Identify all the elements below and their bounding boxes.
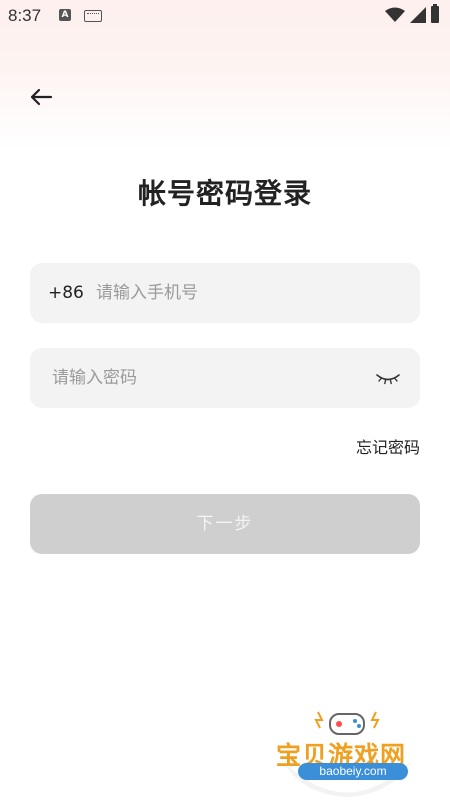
next-button[interactable]: 下一步	[30, 494, 420, 554]
back-arrow-icon[interactable]	[28, 84, 54, 110]
watermark-url: baobeiy.com	[298, 763, 408, 780]
wifi-icon	[385, 7, 405, 22]
eye-closed-icon[interactable]	[376, 370, 400, 386]
phone-input[interactable]	[96, 263, 396, 323]
battery-icon	[431, 4, 439, 23]
password-field[interactable]	[30, 348, 420, 408]
status-bar: 8:37 A	[0, 0, 450, 32]
notification-a-icon: A	[59, 9, 71, 21]
keyboard-icon	[84, 10, 102, 22]
forgot-password-link[interactable]: 忘记密码	[356, 434, 420, 458]
signal-icon	[410, 7, 426, 23]
status-time: 8:37	[8, 6, 42, 25]
password-input[interactable]	[52, 348, 372, 408]
page-title: 帐号密码登录	[137, 177, 312, 210]
country-code[interactable]: +86	[48, 263, 84, 323]
phone-field[interactable]: +86	[30, 263, 420, 323]
